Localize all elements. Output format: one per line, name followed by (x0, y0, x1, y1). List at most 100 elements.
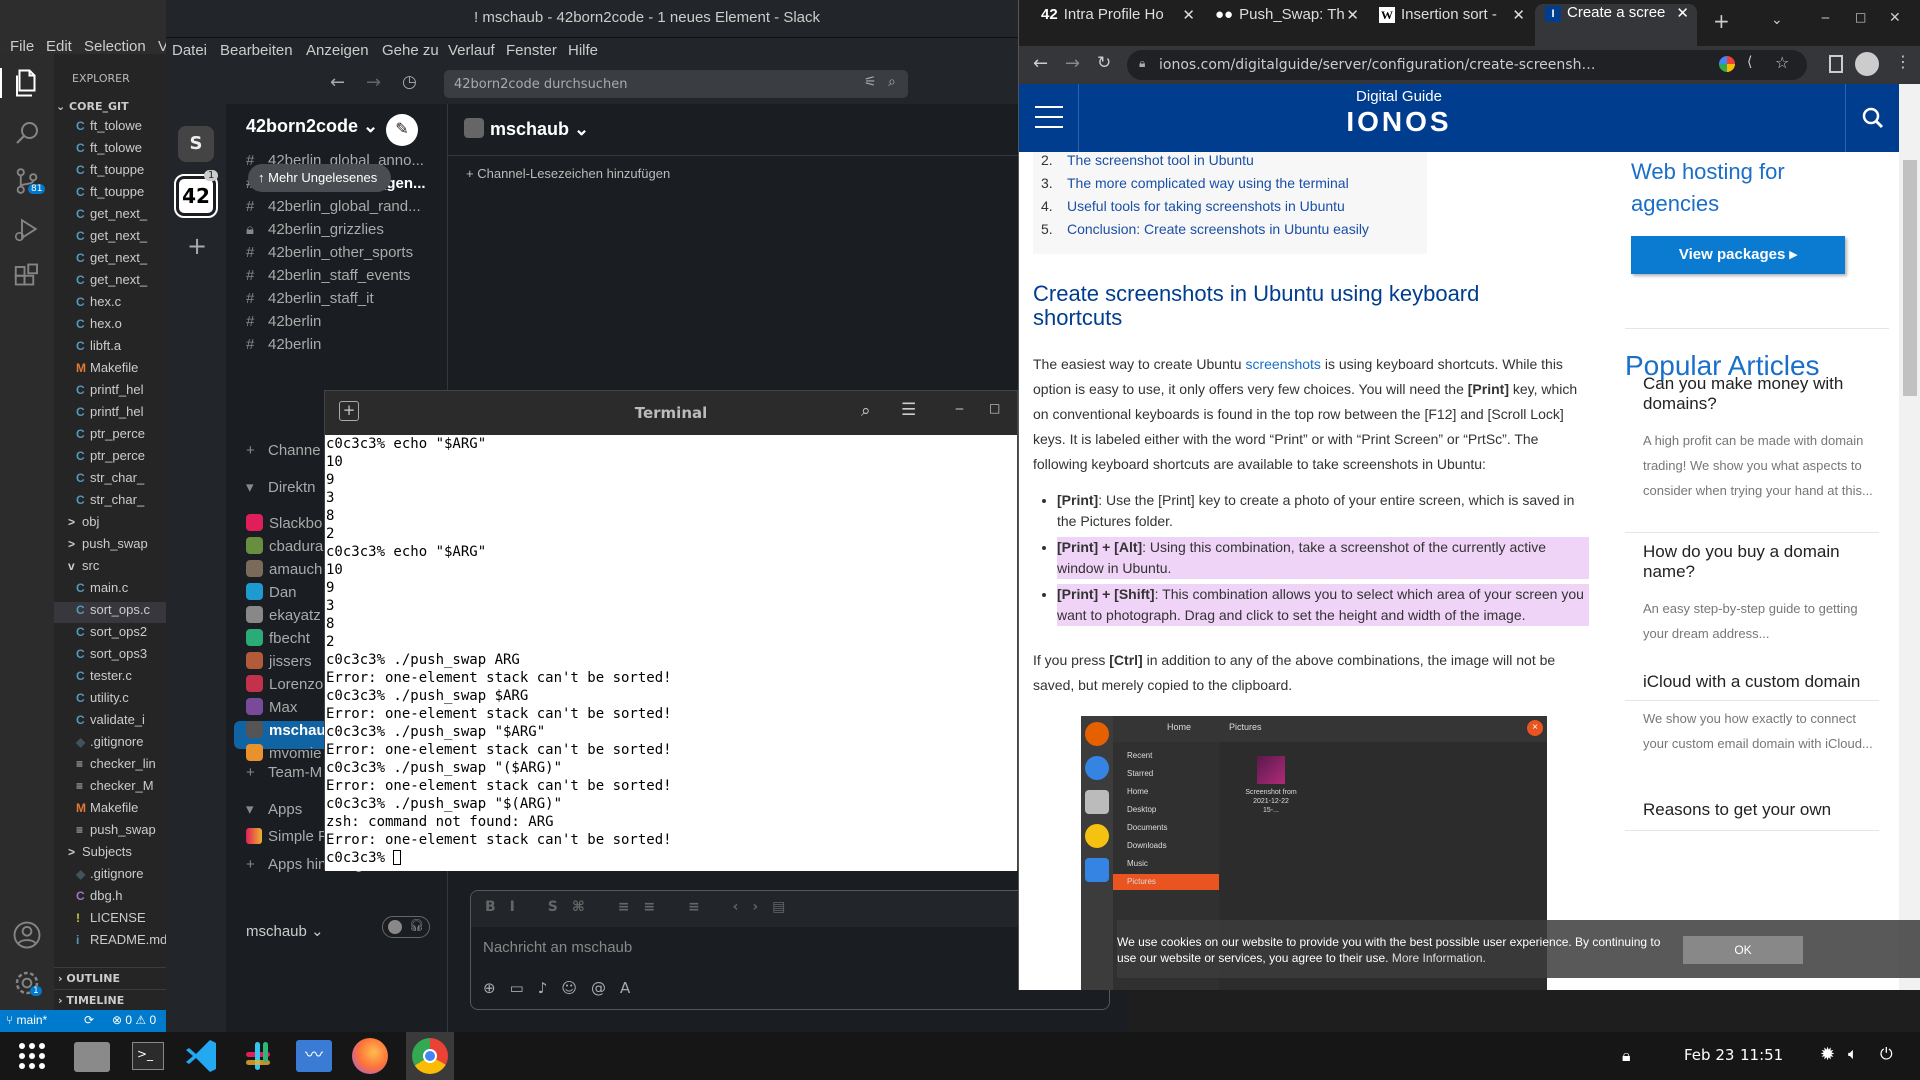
article-card[interactable]: How do you buy a domain name? An easy ste… (1625, 542, 1879, 701)
bookmark-star-icon[interactable]: ☆ (1775, 53, 1789, 72)
file-item[interactable]: Cft_touppe (54, 184, 166, 205)
explorer-icon[interactable] (12, 68, 42, 98)
file-item[interactable]: Cget_next_ (54, 228, 166, 249)
workspace-s-icon[interactable]: S (178, 126, 214, 162)
file-item[interactable]: Clibft.a (54, 338, 166, 359)
folder-item[interactable]: > Subjects (54, 844, 166, 865)
compose-icon[interactable]: ✎ (386, 114, 418, 146)
maximize-icon[interactable]: □ (989, 401, 1000, 415)
search-icon[interactable] (12, 118, 42, 148)
chrome-app-icon[interactable] (406, 1032, 454, 1080)
page-scrollbar[interactable] (1899, 84, 1920, 990)
article-card[interactable]: iCloud with a custom domain We show you h… (1625, 672, 1879, 831)
slack-menu-hilfe[interactable]: Hilfe (568, 42, 598, 59)
folder-item[interactable]: v src (54, 558, 166, 579)
volume-icon[interactable]: 🔈︎ (1848, 1044, 1858, 1064)
file-item[interactable]: Cvalidate_i (54, 712, 166, 733)
share-icon[interactable]: ⟨ (1747, 54, 1752, 70)
file-item[interactable]: Cstr_char_ (54, 492, 166, 513)
formatting-toolbar[interactable]: BI S⌘ ≡≡ ≡ ‹›▤ (471, 891, 1109, 927)
screenshots-link[interactable]: screenshots (1245, 356, 1320, 372)
brightness-icon[interactable]: ✹ (1820, 1044, 1835, 1065)
back-arrow-icon[interactable]: ← (330, 72, 345, 93)
file-item[interactable]: Cdbg.h (54, 888, 166, 909)
file-item[interactable]: Cstr_char_ (54, 470, 166, 491)
file-item[interactable]: Cget_next_ (54, 206, 166, 227)
reload-icon[interactable]: ↻ (1097, 53, 1111, 73)
slack-menu-fenster[interactable]: Fenster (506, 42, 557, 59)
slack-menu-verlauf[interactable]: Verlauf (448, 42, 495, 59)
file-item[interactable]: Cutility.c (54, 690, 166, 711)
cookie-ok-button[interactable]: OK (1683, 936, 1803, 964)
add-bookmark-button[interactable]: + Channel-Lesezeichen hinzufügen (466, 166, 670, 181)
menu-selection[interactable]: Selection (84, 38, 146, 55)
file-item[interactable]: Cft_tolowe (54, 118, 166, 139)
file-item[interactable]: Cft_tolowe (54, 140, 166, 161)
minimize-icon[interactable]: ‒ (1821, 10, 1830, 26)
timeline-section[interactable]: › TIMELINE (54, 989, 166, 1010)
chrome-menu-icon[interactable]: ⋮ (1895, 52, 1911, 71)
tab-insertion-sort[interactable]: W Insertion sort - ✕ (1369, 6, 1533, 42)
outline-section[interactable]: › OUTLINE (54, 967, 166, 989)
toc-link[interactable]: Useful tools for taking screenshots in U… (1067, 198, 1345, 214)
file-item[interactable]: ≡ checker_M (54, 778, 166, 799)
file-item[interactable]: Csort_ops2 (54, 624, 166, 645)
site-search-icon[interactable] (1845, 84, 1899, 152)
close-tab-icon[interactable]: ✕ (1182, 6, 1195, 24)
add-workspace-icon[interactable]: + (187, 232, 207, 260)
terminal-search-icon[interactable]: ⌕ (861, 401, 871, 421)
file-item[interactable]: Chex.c (54, 294, 166, 315)
file-item[interactable]: ◆ .gitignore (54, 734, 166, 755)
sync-icon[interactable]: ⟳ (84, 1013, 94, 1027)
file-item[interactable]: Chex.o (54, 316, 166, 337)
article-title[interactable]: iCloud with a custom domain (1643, 672, 1879, 692)
profile-avatar[interactable] (1855, 52, 1879, 76)
source-control-icon[interactable]: 81 (12, 166, 46, 196)
lock-icon[interactable]: 🔒︎ (1622, 1046, 1631, 1066)
taskbar-time[interactable]: 11:51 (1740, 1046, 1783, 1064)
extensions-icon[interactable] (12, 262, 42, 292)
side-panel-icon[interactable] (1829, 55, 1843, 73)
power-icon[interactable]: ⏻ (1880, 1044, 1893, 1064)
firefox-app-icon[interactable] (350, 1036, 390, 1076)
run-debug-icon[interactable] (12, 214, 42, 244)
close-tab-icon[interactable]: ✕ (1676, 4, 1689, 22)
file-item[interactable]: ≡ checker_lin (54, 756, 166, 777)
article-card[interactable]: Reasons to get your own (1643, 800, 1879, 834)
file-item[interactable]: ! LICENSE (54, 910, 166, 931)
toc-item[interactable]: 4. Useful tools for taking screenshots in… (1041, 198, 1345, 214)
slack-menu-bearbeiten[interactable]: Bearbeiten (220, 42, 293, 59)
slack-menu-gehe-zu[interactable]: Gehe zu (382, 42, 439, 59)
file-item[interactable]: Cprintf_hel (54, 404, 166, 425)
folder-item[interactable]: > obj (54, 514, 166, 535)
cookie-more-info-link[interactable]: More Information. (1392, 951, 1486, 965)
maximize-icon[interactable]: □ (1855, 10, 1866, 24)
slack-app-icon[interactable] (238, 1036, 278, 1076)
toc-item[interactable]: 3. The more complicated way using the ter… (1041, 175, 1349, 191)
toc-link[interactable]: Conclusion: Create screenshots in Ubuntu… (1067, 221, 1369, 237)
channel-item[interactable]: #42berlin (246, 336, 446, 364)
file-item[interactable]: Cptr_perce (54, 448, 166, 469)
file-item[interactable]: ◆ .gitignore (54, 866, 166, 887)
slack-menu-anzeigen[interactable]: Anzeigen (306, 42, 369, 59)
search-icon[interactable]: ⌕ (888, 74, 896, 90)
slack-menu-datei[interactable]: Datei (172, 42, 207, 59)
message-input[interactable]: Nachricht an mschaub (483, 939, 632, 956)
google-lens-icon[interactable] (1719, 56, 1735, 72)
file-item[interactable]: ≡ push_swap (54, 822, 166, 843)
article-title[interactable]: Reasons to get your own (1643, 800, 1879, 820)
file-item[interactable]: Cft_touppe (54, 162, 166, 183)
workspace-42-icon[interactable]: 42 (174, 174, 218, 218)
menu-file[interactable]: File (10, 38, 34, 55)
file-item[interactable]: Cget_next_ (54, 272, 166, 293)
tab-intra-profile[interactable]: 42 Intra Profile Ho ✕ (1031, 6, 1203, 42)
forward-icon[interactable]: → (1065, 53, 1080, 74)
composer-actions[interactable]: ⊕▭♪☺@A (483, 979, 644, 997)
terminal-app-icon[interactable]: >_ (128, 1036, 168, 1076)
unread-pill[interactable]: ↑ Mehr Ungelesenes (248, 164, 392, 192)
filter-icon[interactable]: ⚟ (864, 74, 877, 90)
article-title[interactable]: How do you buy a domain name? (1643, 542, 1879, 582)
file-item[interactable]: Cprintf_hel (54, 382, 166, 403)
file-item[interactable]: Csort_ops3 (54, 646, 166, 667)
file-item[interactable]: Cmain.c (54, 580, 166, 601)
